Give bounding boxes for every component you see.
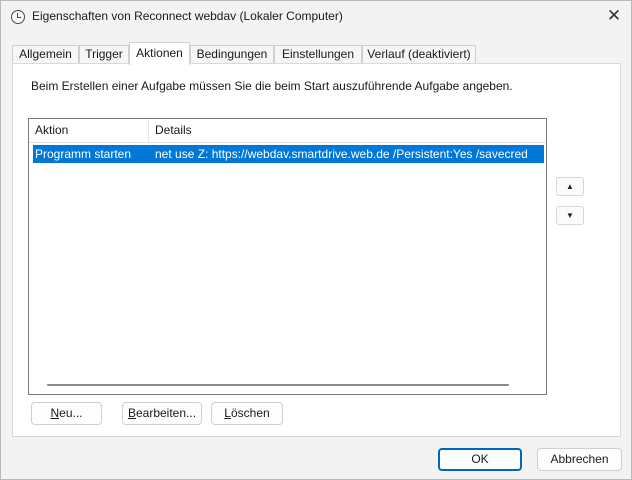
new-button[interactable]: Neu... xyxy=(31,402,102,425)
column-header-aktion[interactable]: Aktion xyxy=(29,119,149,142)
tab-trigger[interactable]: Trigger xyxy=(79,45,129,64)
cancel-button[interactable]: Abbrechen xyxy=(537,448,622,471)
column-header-details[interactable]: Details xyxy=(149,119,546,142)
delete-button-accesskey: L xyxy=(224,406,231,420)
tab-einstellungen[interactable]: Einstellungen xyxy=(274,45,362,64)
edit-button-label: earbeiten... xyxy=(135,406,197,420)
tab-allgemein[interactable]: Allgemein xyxy=(12,45,79,64)
arrow-up-icon: ▲ xyxy=(566,182,574,191)
title-bar: Eigenschaften von Reconnect webdav (Loka… xyxy=(1,1,631,32)
edit-button[interactable]: Bearbeiten... xyxy=(122,402,202,425)
move-down-button[interactable]: ▼ xyxy=(556,206,584,225)
edit-button-accesskey: B xyxy=(127,406,136,420)
list-header: Aktion Details xyxy=(29,119,546,143)
properties-dialog: Eigenschaften von Reconnect webdav (Loka… xyxy=(0,0,632,480)
actions-list[interactable]: Aktion Details Programm starten net use … xyxy=(28,118,547,395)
clock-icon xyxy=(11,10,25,24)
delete-button[interactable]: Löschen xyxy=(211,402,283,425)
tab-verlauf[interactable]: Verlauf (deaktiviert) xyxy=(362,45,476,64)
tab-aktionen[interactable]: Aktionen xyxy=(129,42,190,65)
row-action: Programm starten xyxy=(35,147,132,161)
tab-bedingungen[interactable]: Bedingungen xyxy=(190,45,274,64)
arrow-down-icon: ▼ xyxy=(566,211,574,220)
instruction-text: Beim Erstellen einer Aufgabe müssen Sie … xyxy=(31,79,513,93)
ok-button[interactable]: OK xyxy=(438,448,522,471)
horizontal-scrollbar[interactable] xyxy=(47,384,509,386)
move-up-button[interactable]: ▲ xyxy=(556,177,584,196)
new-button-label: eu... xyxy=(59,406,83,420)
close-button[interactable]: ✕ xyxy=(599,3,629,29)
delete-button-label: öschen xyxy=(230,406,270,420)
row-details: net use Z: https://webdav.smartdrive.web… xyxy=(155,147,528,161)
list-row[interactable]: Programm starten net use Z: https://webd… xyxy=(33,145,544,163)
window-title: Eigenschaften von Reconnect webdav (Loka… xyxy=(32,9,343,23)
new-button-accesskey: N xyxy=(50,406,60,420)
actions-panel: Beim Erstellen einer Aufgabe müssen Sie … xyxy=(12,63,621,437)
